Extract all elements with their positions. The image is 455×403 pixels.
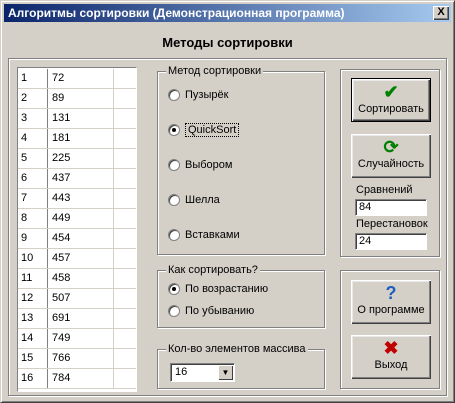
- row-index: 7: [18, 189, 48, 208]
- radio-button[interactable]: [168, 89, 180, 101]
- exit-button-label: Выход: [374, 359, 408, 371]
- row-index: 8: [18, 209, 48, 228]
- radio-selection[interactable]: Выбором: [168, 159, 232, 171]
- table-row[interactable]: 6 437: [18, 169, 136, 189]
- about-button[interactable]: ? О программе: [351, 280, 431, 324]
- radio-descending[interactable]: По убыванию: [168, 305, 254, 317]
- row-index: 5: [18, 149, 48, 168]
- row-value[interactable]: 784: [49, 369, 114, 388]
- row-index: 4: [18, 129, 48, 148]
- table-row[interactable]: 2 89: [18, 89, 136, 109]
- row-index: 12: [18, 289, 48, 308]
- order-group-label: Как сортировать?: [166, 264, 260, 276]
- row-index: 11: [18, 269, 48, 288]
- table-row[interactable]: 10 457: [18, 249, 136, 269]
- row-value[interactable]: 749: [49, 329, 114, 348]
- table-row[interactable]: 9 454: [18, 229, 136, 249]
- row-index: 1: [18, 69, 48, 88]
- close-button[interactable]: X: [433, 6, 449, 20]
- row-value[interactable]: 225: [49, 149, 114, 168]
- row-value[interactable]: 443: [49, 189, 114, 208]
- radio-button[interactable]: [168, 283, 180, 295]
- radio-ascending[interactable]: По возрастанию: [168, 283, 268, 295]
- radio-shell[interactable]: Шелла: [168, 194, 220, 206]
- method-group: Метод сортировки Пузырёк QuickSort Выбор…: [157, 65, 325, 255]
- row-index: 2: [18, 89, 48, 108]
- order-group: Как сортировать? По возрастанию По убыва…: [157, 264, 325, 328]
- chevron-down-icon[interactable]: ▼: [218, 365, 233, 380]
- radio-button[interactable]: [168, 229, 180, 241]
- row-value[interactable]: 181: [49, 129, 114, 148]
- window-title: Алгоритмы сортировки (Демонстрационная п…: [8, 6, 345, 20]
- array-grid[interactable]: 1 72 2 89 3 131 4 181 5 225 6 437 7 443 8 449 9 454 10 457 1…: [17, 67, 137, 392]
- table-row[interactable]: 1 72: [18, 69, 136, 89]
- row-index: 16: [18, 369, 48, 388]
- row-index: 6: [18, 169, 48, 188]
- size-select-value: 16: [175, 366, 188, 378]
- row-index: 13: [18, 309, 48, 328]
- radio-label: Вставками: [185, 229, 240, 241]
- radio-insertion[interactable]: Вставками: [168, 229, 240, 241]
- row-index: 15: [18, 349, 48, 368]
- row-value[interactable]: 72: [49, 69, 114, 88]
- table-row[interactable]: 12 507: [18, 289, 136, 309]
- row-value[interactable]: 691: [49, 309, 114, 328]
- row-index: 10: [18, 249, 48, 268]
- swaps-label: Перестановок: [356, 218, 428, 230]
- exit-button[interactable]: ✖ Выход: [351, 335, 431, 379]
- swaps-field[interactable]: 24: [355, 233, 427, 250]
- row-value[interactable]: 449: [49, 209, 114, 228]
- size-select[interactable]: 16 ▼: [170, 363, 235, 382]
- check-icon: ✔: [383, 82, 399, 102]
- row-value[interactable]: 131: [49, 109, 114, 128]
- title-bar[interactable]: Алгоритмы сортировки (Демонстрационная п…: [4, 4, 451, 22]
- page-title: Методы сортировки: [162, 35, 293, 50]
- table-row[interactable]: 5 225: [18, 149, 136, 169]
- refresh-icon: ⟳: [383, 137, 399, 157]
- radio-button[interactable]: [168, 194, 180, 206]
- row-value[interactable]: 458: [49, 269, 114, 288]
- random-button-label: Случайность: [357, 158, 425, 170]
- table-row[interactable]: 13 691: [18, 309, 136, 329]
- sort-button[interactable]: ✔ Сортировать: [351, 78, 431, 122]
- row-value[interactable]: 454: [49, 229, 114, 248]
- row-value[interactable]: 457: [49, 249, 114, 268]
- radio-label: Выбором: [185, 159, 233, 171]
- table-row[interactable]: 7 443: [18, 189, 136, 209]
- radio-button[interactable]: [168, 159, 180, 171]
- size-group-label: Кол-во элементов массива: [166, 343, 308, 355]
- method-group-label: Метод сортировки: [166, 65, 264, 77]
- row-index: 14: [18, 329, 48, 348]
- row-value[interactable]: 766: [49, 349, 114, 368]
- radio-quicksort[interactable]: QuickSort: [168, 123, 240, 137]
- radio-button[interactable]: [168, 124, 180, 136]
- exit-x-icon: ✖: [383, 338, 399, 358]
- radio-label: По убыванию: [185, 305, 255, 317]
- row-index: 3: [18, 109, 48, 128]
- comparisons-field[interactable]: 84: [355, 199, 427, 216]
- table-row[interactable]: 8 449: [18, 209, 136, 229]
- about-button-label: О программе: [357, 304, 425, 316]
- random-button[interactable]: ⟳ Случайность: [351, 134, 431, 178]
- table-row[interactable]: 11 458: [18, 269, 136, 289]
- question-icon: ?: [385, 283, 397, 303]
- radio-label: По возрастанию: [185, 283, 269, 295]
- radio-button[interactable]: [168, 305, 180, 317]
- radio-label: QuickSort: [185, 123, 240, 137]
- table-row[interactable]: 16 784: [18, 369, 136, 389]
- row-index: 9: [18, 229, 48, 248]
- sort-button-label: Сортировать: [358, 103, 424, 115]
- table-row[interactable]: 14 749: [18, 329, 136, 349]
- row-value[interactable]: 89: [49, 89, 114, 108]
- radio-bubble[interactable]: Пузырёк: [168, 89, 228, 101]
- row-value[interactable]: 507: [49, 289, 114, 308]
- comparisons-label: Сравнений: [356, 184, 413, 196]
- table-row[interactable]: 15 766: [18, 349, 136, 369]
- radio-label: Пузырёк: [185, 89, 229, 101]
- table-row[interactable]: 4 181: [18, 129, 136, 149]
- radio-label: Шелла: [185, 194, 220, 206]
- row-value[interactable]: 437: [49, 169, 114, 188]
- table-row[interactable]: 3 131: [18, 109, 136, 129]
